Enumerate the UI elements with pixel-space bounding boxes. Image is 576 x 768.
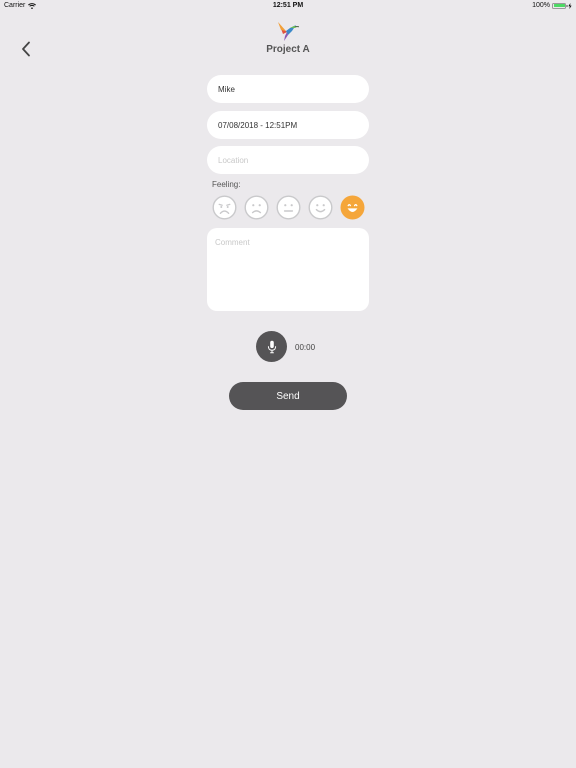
recording-timer: 00:00	[295, 343, 316, 352]
neutral-face-icon[interactable]	[276, 195, 301, 220]
happy-face-icon[interactable]	[308, 195, 333, 220]
comment-field[interactable]: Comment	[207, 228, 369, 311]
very-sad-face-icon[interactable]	[212, 195, 237, 220]
feeling-label: Feeling:	[212, 180, 241, 189]
status-bar: Carrier 12:51 PM 100%	[0, 0, 576, 12]
name-field[interactable]: Mike	[207, 75, 369, 103]
microphone-icon	[267, 340, 276, 353]
battery-fill	[553, 4, 565, 7]
charging-bolt-icon	[568, 2, 572, 9]
datetime-field[interactable]: 07/08/2018 - 12:51PM	[207, 111, 369, 139]
battery-icon	[552, 2, 568, 9]
battery-percent: 100%	[532, 2, 550, 9]
record-button[interactable]	[256, 331, 287, 362]
hummingbird-logo	[278, 22, 300, 41]
very-happy-face-icon[interactable]	[340, 195, 365, 220]
sad-face-icon[interactable]	[244, 195, 269, 220]
location-field[interactable]: Location	[207, 146, 369, 174]
feeling-selector	[212, 195, 365, 220]
page-title: Project A	[266, 44, 310, 55]
battery-group: 100%	[532, 2, 572, 9]
status-time: 12:51 PM	[272, 2, 304, 9]
send-button[interactable]: Send	[229, 382, 347, 410]
